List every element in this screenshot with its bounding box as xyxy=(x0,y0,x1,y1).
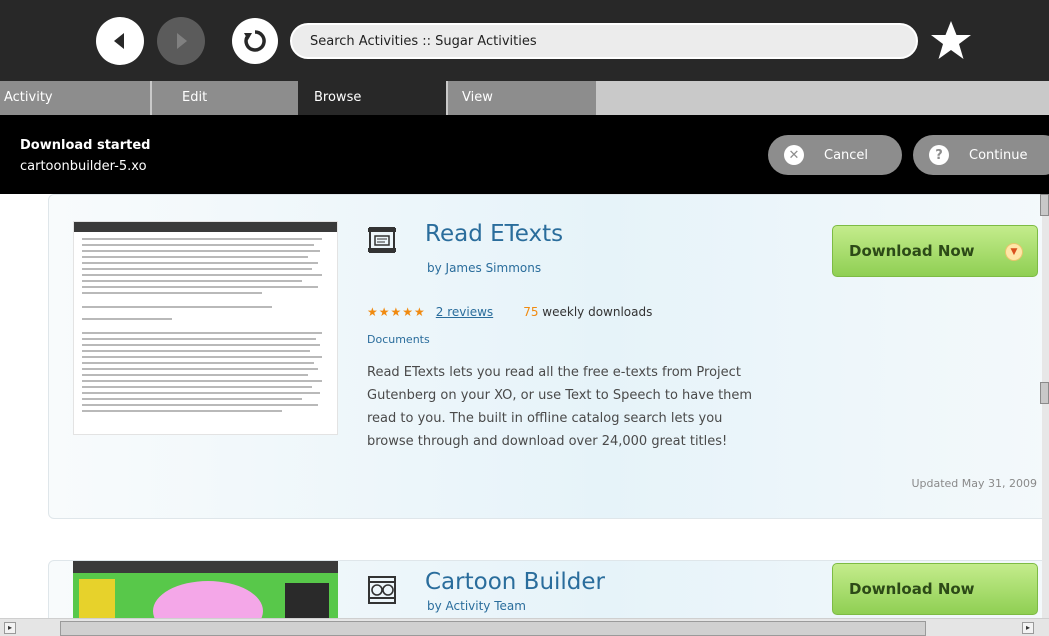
download-now-label: Download Now xyxy=(849,580,975,598)
screenshot-text-line xyxy=(82,250,320,252)
screenshot-text-line xyxy=(82,386,312,388)
scroll-right-button[interactable]: ▸ xyxy=(1022,622,1034,634)
screenshot-character xyxy=(153,581,263,618)
screenshot-text-line xyxy=(82,262,318,264)
activity-author[interactable]: by James Simmons xyxy=(427,261,541,275)
vertical-scrollbar-thumb[interactable] xyxy=(1040,194,1049,216)
screenshot-text-line xyxy=(82,362,314,364)
rating-stars: ★★★★★ xyxy=(367,305,426,319)
search-text: Search Activities :: Sugar Activities xyxy=(310,33,537,49)
reviews-link[interactable]: 2 reviews xyxy=(436,305,493,319)
back-arrow-icon xyxy=(114,33,124,49)
screenshot-text-line xyxy=(82,398,302,400)
forward-arrow-icon xyxy=(177,33,187,49)
weekly-download-count: 75 xyxy=(523,305,539,319)
dropdown-arrow-icon[interactable]: ▼ xyxy=(1005,243,1023,261)
tab-browse[interactable]: Browse xyxy=(298,81,446,115)
screenshot-text-line xyxy=(82,410,282,412)
screenshot-text-line xyxy=(82,356,322,358)
screenshot-text-line xyxy=(82,374,308,376)
horizontal-scrollbar-thumb[interactable] xyxy=(60,621,926,636)
screenshot-text-line xyxy=(82,292,262,294)
forward-button[interactable] xyxy=(157,17,205,65)
screenshot-text-line xyxy=(82,238,322,240)
screenshot-text-line xyxy=(82,280,302,282)
activity-name[interactable]: Read ETexts xyxy=(425,221,563,247)
download-status-title: Download started xyxy=(20,138,151,153)
download-now-button[interactable]: Download Now xyxy=(832,563,1038,615)
vertical-scrollbar-marker[interactable] xyxy=(1040,382,1049,404)
back-button[interactable] xyxy=(96,17,144,65)
vertical-scrollbar[interactable] xyxy=(1042,194,1049,618)
screenshot-text-line xyxy=(82,244,314,246)
tab-view[interactable]: View xyxy=(448,81,596,115)
page-content: Read ETexts by James Simmons ★★★★★ 2 rev… xyxy=(0,194,1049,618)
screenshot-text-line xyxy=(82,392,320,394)
browser-toolbar: Search Activities :: Sugar Activities xyxy=(0,0,1049,81)
rating-row: ★★★★★ 2 reviews 75 weekly downloads xyxy=(367,305,652,319)
screenshot-text-line xyxy=(82,380,322,382)
cancel-label: Cancel xyxy=(824,147,869,163)
screenshot-text-line xyxy=(82,344,320,346)
screenshot-frame xyxy=(285,583,329,618)
weekly-downloads: 75 weekly downloads xyxy=(523,305,652,319)
activity-card-cartoon-builder: Cartoon Builder by Activity Team Downloa… xyxy=(48,560,1049,618)
browser-window: Search Activities :: Sugar Activities Ac… xyxy=(0,0,1049,636)
screenshot-text-line xyxy=(82,274,322,276)
cartoon-builder-activity-icon xyxy=(368,576,396,604)
cancel-button[interactable]: ✕ Cancel xyxy=(768,135,902,175)
screenshot-text-line xyxy=(82,338,316,340)
activity-description: Read ETexts lets you read all the free e… xyxy=(367,365,753,449)
tab-activity[interactable]: Activity xyxy=(0,81,150,115)
continue-label: Continue xyxy=(969,147,1028,163)
search-input[interactable]: Search Activities :: Sugar Activities xyxy=(290,23,918,59)
screenshot-text-line xyxy=(82,306,272,308)
screenshot-text-line xyxy=(82,350,310,352)
toolbar-tab-strip: Activity Edit Browse View xyxy=(0,81,1049,115)
download-now-button[interactable]: Download Now ▼ xyxy=(832,225,1038,277)
reload-button[interactable] xyxy=(232,18,278,64)
screenshot-toolbar xyxy=(73,561,338,573)
screenshot-text-line xyxy=(82,404,318,406)
activity-name[interactable]: Cartoon Builder xyxy=(425,569,605,595)
star-icon[interactable] xyxy=(928,18,974,64)
activity-card-read-etexts: Read ETexts by James Simmons ★★★★★ 2 rev… xyxy=(48,194,1049,519)
screenshot-text-line xyxy=(82,286,318,288)
activity-screenshot xyxy=(73,221,338,435)
download-notification-bar: Download started cartoonbuilder-5.xo ✕ C… xyxy=(0,115,1049,194)
screenshot-text-line xyxy=(82,332,322,334)
activity-author[interactable]: by Activity Team xyxy=(427,599,526,613)
updated-date: Updated May 31, 2009 xyxy=(911,477,1037,490)
tab-edit[interactable]: Edit xyxy=(152,81,298,115)
scroll-left-button[interactable]: ▸ xyxy=(4,622,16,634)
weekly-downloads-label: weekly downloads xyxy=(542,305,653,319)
cancel-icon: ✕ xyxy=(784,145,804,165)
reload-icon xyxy=(244,30,266,52)
screenshot-text-line xyxy=(82,318,172,320)
download-file-name: cartoonbuilder-5.xo xyxy=(20,159,147,174)
screenshot-text-line xyxy=(82,368,318,370)
activity-screenshot xyxy=(73,561,338,618)
continue-button[interactable]: ? Continue xyxy=(913,135,1049,175)
download-now-label: Download Now xyxy=(849,242,975,260)
read-activity-icon xyxy=(368,227,396,253)
screenshot-toolbar xyxy=(74,222,337,232)
help-icon: ? xyxy=(929,145,949,165)
screenshot-text-line xyxy=(82,256,308,258)
screenshot-frame xyxy=(79,579,115,618)
screenshot-text-line xyxy=(82,268,312,270)
category-link[interactable]: Documents xyxy=(367,333,430,346)
